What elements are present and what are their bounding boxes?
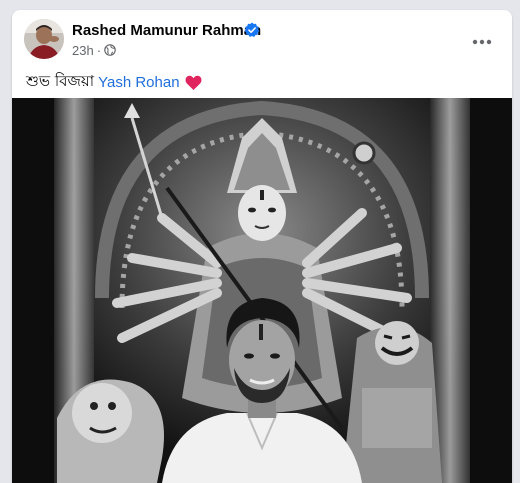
meta-separator: ·	[96, 42, 102, 58]
more-options-button[interactable]	[467, 27, 497, 57]
post-message: শুভ বিজয়া	[26, 72, 95, 90]
tagged-person-link[interactable]: Yash Rohan	[98, 74, 179, 91]
more-options-icon	[472, 39, 492, 45]
post-card: Rashed Mamunur Rahman 23h · শুভ বিজয়া Y…	[12, 10, 512, 483]
verified-badge-icon	[244, 22, 260, 37]
author-avatar[interactable]	[24, 19, 64, 59]
post-photo[interactable]	[12, 98, 512, 483]
post-header: Rashed Mamunur Rahman 23h ·	[12, 10, 512, 62]
post-timestamp[interactable]: 23h	[72, 43, 94, 58]
author-name[interactable]: Rashed Mamunur Rahman	[72, 22, 261, 39]
post-meta: 23h ·	[72, 42, 116, 58]
globe-icon[interactable]	[104, 44, 116, 56]
red-heart-icon	[185, 75, 202, 90]
post-text: শুভ বিজয়া Yash Rohan	[26, 70, 202, 95]
